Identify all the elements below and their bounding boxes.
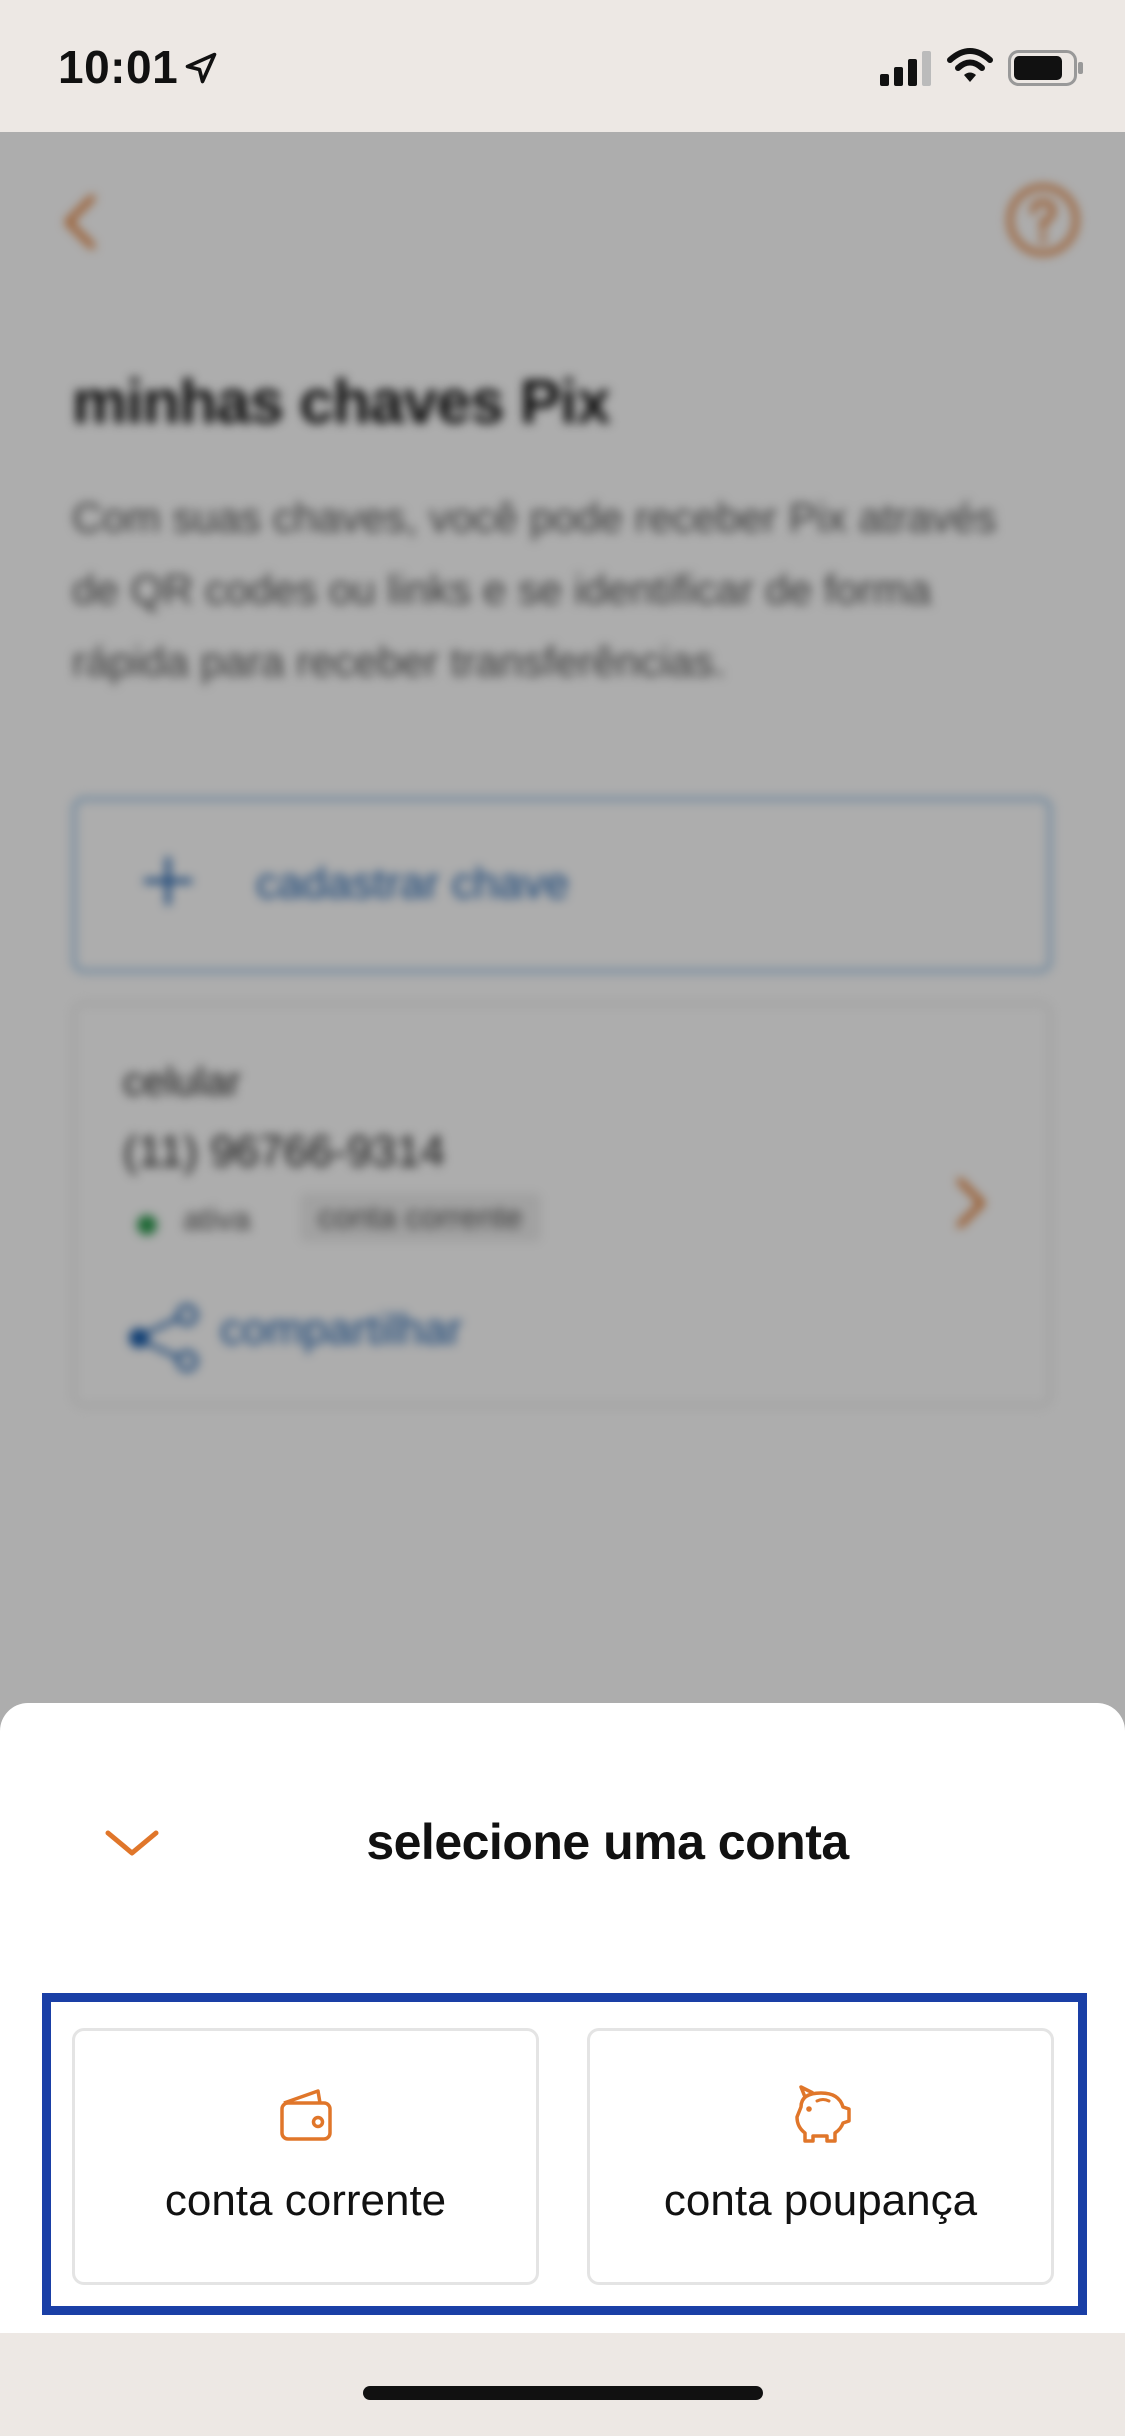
- checking-account-option[interactable]: conta corrente: [72, 2028, 539, 2285]
- location-arrow-icon: [183, 50, 219, 90]
- status-bar: 10:01: [0, 0, 1125, 132]
- status-time: 10:01: [58, 41, 179, 93]
- sheet-title: selecione uma conta: [366, 1814, 849, 1870]
- savings-account-option[interactable]: conta poupança: [587, 2028, 1054, 2285]
- wallet-icon: [274, 2089, 338, 2151]
- savings-account-label: conta poupança: [663, 2176, 978, 2225]
- cellular-signal-icon: [880, 50, 934, 90]
- piggy-bank-icon: [787, 2085, 855, 2151]
- battery-icon: [1008, 50, 1084, 90]
- wifi-icon: [946, 46, 994, 90]
- home-indicator[interactable]: [363, 2386, 763, 2400]
- home-indicator-area: [0, 2333, 1125, 2436]
- account-select-sheet: selecione uma conta conta corrente conta…: [0, 1703, 1125, 2333]
- checking-account-label: conta corrente: [164, 2176, 447, 2225]
